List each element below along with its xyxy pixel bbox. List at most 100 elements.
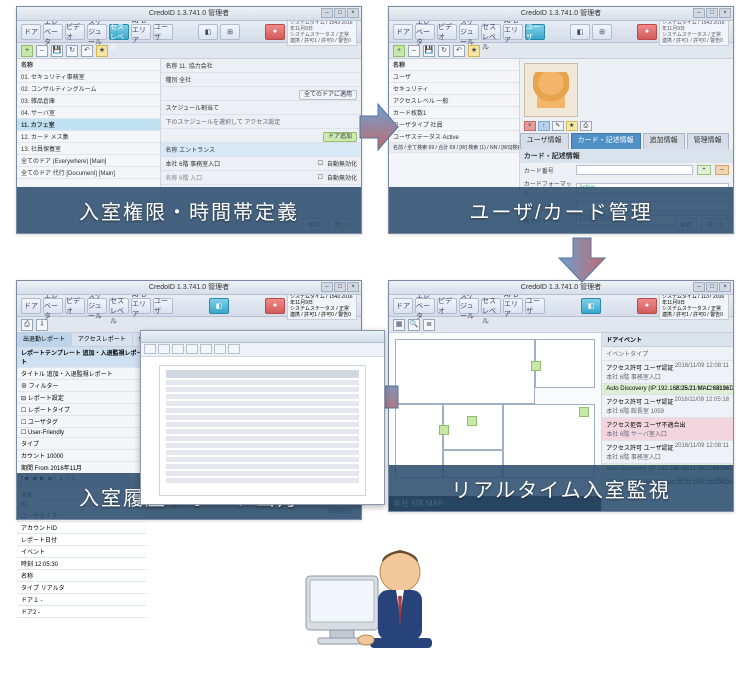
- rleft-row[interactable]: ☐ ユーザタグ: [17, 416, 147, 428]
- event-row[interactable]: アクセス拒否 ユーザ不適合出本社 6階 サーバ室入口: [602, 418, 733, 441]
- minimize-icon[interactable]: –: [693, 8, 705, 18]
- tb-sched[interactable]: スケジュール: [87, 298, 107, 314]
- report-field-row[interactable]: レポート日付: [17, 534, 147, 546]
- card-plus-icon[interactable]: +: [697, 165, 711, 175]
- list-item[interactable]: 01. セキュリティ事務室: [17, 71, 160, 83]
- door-icon[interactable]: [579, 407, 589, 417]
- close-icon[interactable]: ×: [347, 282, 359, 292]
- report-field-row[interactable]: アカウントID: [17, 522, 147, 534]
- tb-report[interactable]: ◧: [209, 298, 229, 314]
- tb-apb[interactable]: APBエリア: [131, 298, 151, 314]
- door-add-button[interactable]: ドア追加: [323, 132, 357, 142]
- rleft-row[interactable]: ☐ User-Friendly: [17, 428, 147, 438]
- close-icon[interactable]: ×: [719, 282, 731, 292]
- tb-user[interactable]: ユーザ: [525, 298, 545, 314]
- list-item[interactable]: 02. コンサルティングルーム: [17, 83, 160, 95]
- prev-nav-prev-icon[interactable]: [200, 344, 212, 354]
- tb-apb[interactable]: APBエリア: [503, 24, 523, 40]
- avatar-upload-icon[interactable]: ↑: [538, 121, 550, 131]
- minimize-icon[interactable]: –: [321, 282, 333, 292]
- delete-icon[interactable]: –: [36, 45, 48, 57]
- tb-alert[interactable]: ●: [265, 298, 285, 314]
- maximize-icon[interactable]: □: [334, 282, 346, 292]
- list-item[interactable]: 04. サーバ室: [17, 107, 160, 119]
- add-icon[interactable]: +: [393, 45, 405, 57]
- tb-video[interactable]: ビデオ: [437, 24, 457, 40]
- rleft-row[interactable]: タイプ: [17, 438, 147, 450]
- apply-all-doors-button[interactable]: 全てのドアに適用: [299, 90, 357, 100]
- tb-sched[interactable]: スケジュール: [87, 24, 107, 40]
- report-field-row[interactable]: ドア2 -: [17, 606, 147, 618]
- tb-door[interactable]: ドア: [21, 24, 41, 40]
- key-icon[interactable]: ★: [96, 45, 108, 57]
- tb-alert[interactable]: ●: [637, 298, 657, 314]
- rleft-row[interactable]: カウント 10000: [17, 450, 147, 462]
- report-field-row[interactable]: イベント: [17, 546, 147, 558]
- avatar-edit-icon[interactable]: ✎: [552, 121, 564, 131]
- list-item[interactable]: 12. カード メス集: [17, 131, 160, 143]
- refresh-icon[interactable]: ↻: [66, 45, 78, 57]
- event-row[interactable]: 2016/11/09 12:08:11アクセス許可 ユーザ認証本社 6階 事務室…: [602, 441, 733, 464]
- prev-nav-next-icon[interactable]: [214, 344, 226, 354]
- map-layer-icon[interactable]: ≣: [423, 319, 435, 331]
- tb-elev[interactable]: エレベータ: [415, 298, 435, 314]
- prev-save-icon[interactable]: [144, 344, 156, 354]
- event-row[interactable]: 2016/11/09 12:08:11Auto Discovery (IP:19…: [602, 384, 733, 395]
- tb-apb[interactable]: APBエリア: [503, 298, 523, 314]
- undo-icon[interactable]: ↶: [81, 45, 93, 57]
- tb-cfg[interactable]: ⊞: [592, 24, 612, 40]
- rtab-2[interactable]: アクセスレポート: [72, 333, 133, 346]
- rleft-row[interactable]: ⊟ レポート設定: [17, 392, 147, 404]
- report-field-row[interactable]: 名称: [17, 570, 147, 582]
- avatar-print-icon[interactable]: ⎙: [580, 121, 592, 131]
- card-minus-icon[interactable]: –: [715, 165, 729, 175]
- list-item[interactable]: アクセスレベル 一般: [389, 95, 519, 107]
- print-icon[interactable]: ⎙: [21, 319, 33, 331]
- rleft-row[interactable]: ⊕ フィルター: [17, 380, 147, 392]
- tab-admin[interactable]: 管理情報: [687, 133, 729, 149]
- prev-nav-first-icon[interactable]: [186, 344, 198, 354]
- rtab-1[interactable]: 出退勤レポート: [17, 333, 72, 346]
- map-zoom-icon[interactable]: 🔍: [408, 319, 420, 331]
- tb-unknown2[interactable]: ⊞: [220, 24, 240, 40]
- report-field-row[interactable]: タイプ リアルタ: [17, 582, 147, 594]
- list-item[interactable]: 13. 社員保養室: [17, 143, 160, 155]
- auto-disable-toggle[interactable]: 自動無効化: [327, 159, 357, 168]
- tb-alert[interactable]: ●: [637, 24, 657, 40]
- event-row[interactable]: 2016/11/09 12:05:18アクセス許可 ユーザ認証本社 6階 館長室…: [602, 395, 733, 418]
- tb-elev[interactable]: エレベータ: [415, 24, 435, 40]
- tb-apb[interactable]: APBエリア: [131, 24, 151, 40]
- list-item[interactable]: 全てのドア (Everywhere) [Main]: [17, 155, 160, 167]
- rleft-row[interactable]: ☐ レポートタイプ: [17, 404, 147, 416]
- list-item[interactable]: ユーザステータス Active: [389, 131, 519, 143]
- tab-extra[interactable]: 追加情報: [643, 133, 685, 149]
- report-field-row[interactable]: 時刻 12:05:30: [17, 558, 147, 570]
- list-item[interactable]: 全てのドア 代行 [Document] [Main]: [17, 167, 160, 179]
- maximize-icon[interactable]: □: [334, 8, 346, 18]
- list-item[interactable]: 03. 雑品倉庫: [17, 95, 160, 107]
- door-icon[interactable]: [439, 425, 449, 435]
- list-item-selected[interactable]: 11. カフェ室: [17, 119, 160, 131]
- tb-sched[interactable]: スケジュール: [459, 24, 479, 40]
- tb-unknown1[interactable]: ◧: [198, 24, 218, 40]
- tb-video[interactable]: ビデオ: [65, 24, 85, 40]
- tb-monitor[interactable]: ◧: [581, 298, 601, 314]
- rleft-row[interactable]: タイトル 追加・入退監視レポート: [17, 368, 147, 380]
- sched-item[interactable]: 名称 エントランス: [161, 143, 361, 157]
- add-icon[interactable]: +: [21, 45, 33, 57]
- door-icon[interactable]: [467, 416, 477, 426]
- minimize-icon[interactable]: –: [321, 8, 333, 18]
- close-icon[interactable]: ×: [347, 8, 359, 18]
- export-icon[interactable]: ⇩: [36, 319, 48, 331]
- tb-elev[interactable]: エレベータ: [43, 24, 63, 40]
- door-icon[interactable]: [531, 361, 541, 371]
- tb-video[interactable]: ビデオ: [437, 298, 457, 314]
- delete-icon[interactable]: –: [408, 45, 420, 57]
- list-item[interactable]: ユーザタイプ 社員: [389, 119, 519, 131]
- close-icon[interactable]: ×: [719, 8, 731, 18]
- maximize-icon[interactable]: □: [706, 8, 718, 18]
- save-icon[interactable]: 💾: [51, 45, 63, 57]
- list-item[interactable]: ユーザ: [389, 71, 519, 83]
- refresh-icon[interactable]: ↻: [438, 45, 450, 57]
- tb-accesslevel[interactable]: アクセスレベル: [109, 24, 129, 40]
